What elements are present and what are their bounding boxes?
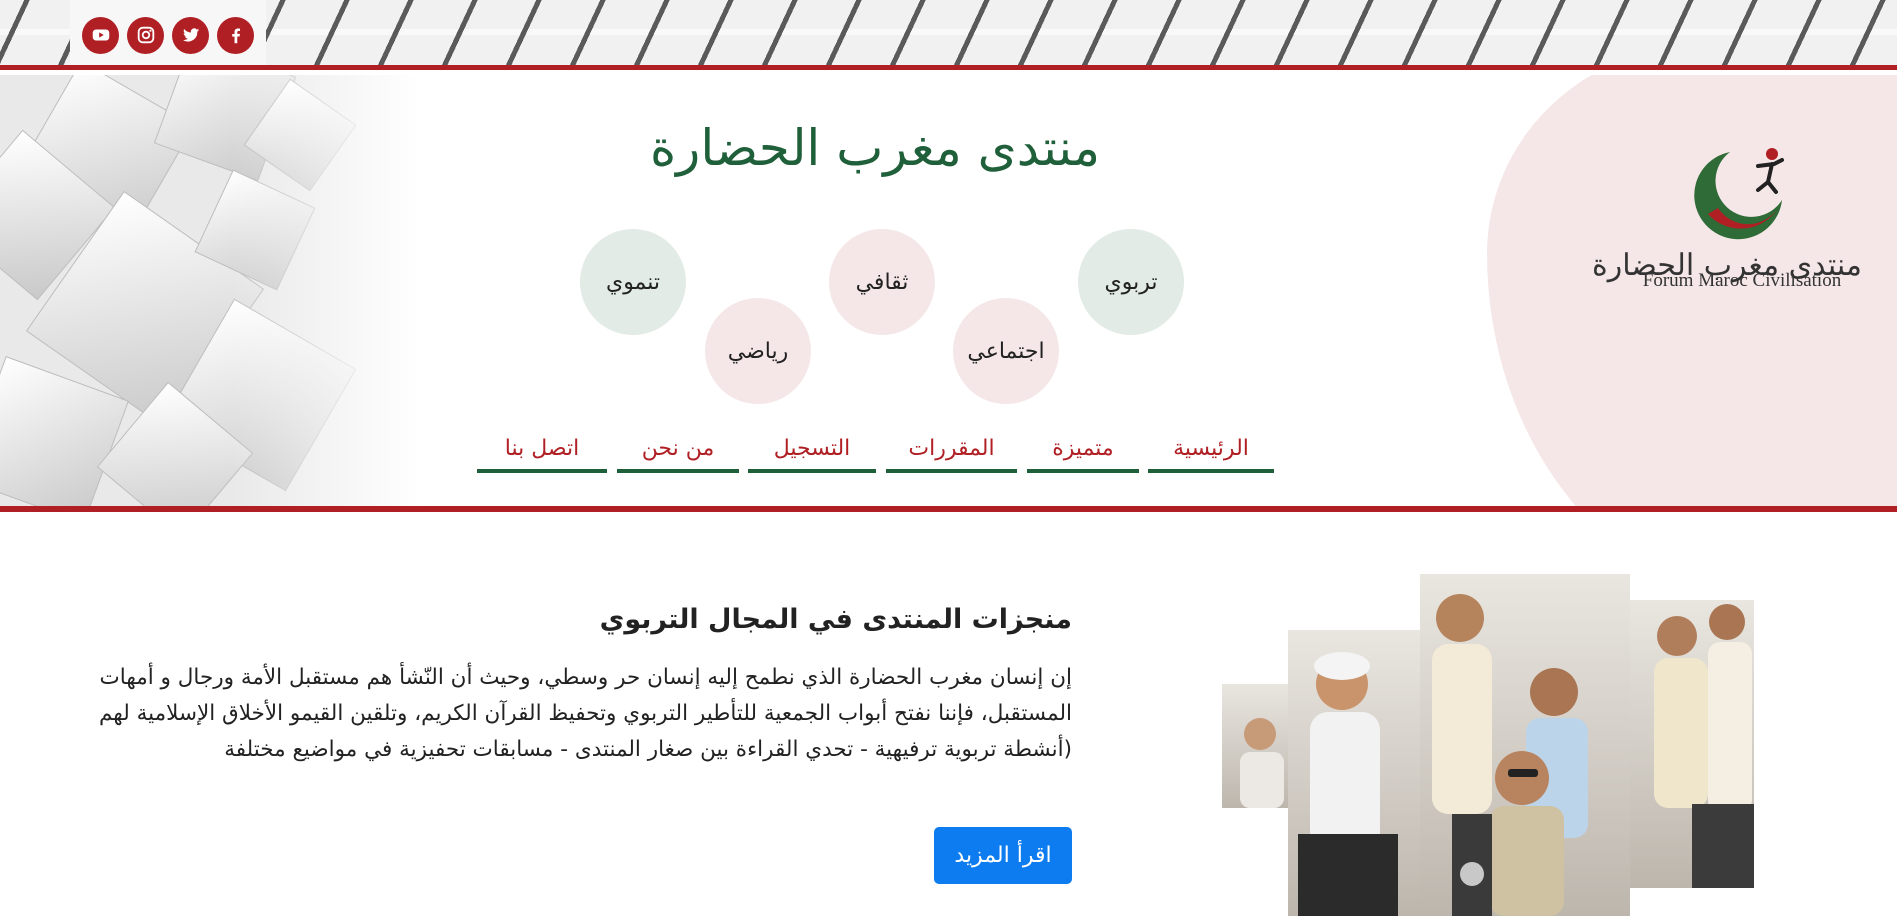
instagram-icon[interactable]	[127, 16, 164, 54]
facebook-icon[interactable]	[217, 16, 254, 54]
social-links	[70, 0, 266, 65]
nav-register[interactable]: التسجيل	[748, 431, 876, 473]
decorative-cubes	[0, 75, 420, 506]
nav-featured[interactable]: متميزة	[1027, 431, 1139, 473]
logo-crescent-icon	[1694, 148, 1784, 240]
nav-about[interactable]: من نحن	[617, 431, 739, 473]
students-photo-collage	[1222, 574, 1754, 916]
site-header: منتدى مغرب الحضارة Forum Maroc Civilisat…	[0, 75, 1897, 512]
logo-english-text: Forum Maroc Civilisation	[1642, 270, 1842, 291]
section-title: منجزات المنتدى في المجال التربوي	[599, 604, 1072, 635]
section-body: إن إنسان مغرب الحضارة الذي نطمح إليه إنس…	[98, 665, 1072, 762]
category-ijtimai[interactable]: اجتماعي	[953, 298, 1059, 404]
nav-home[interactable]: الرئيسية	[1148, 431, 1274, 473]
top-pattern-bar	[0, 0, 1897, 70]
nav-contact[interactable]: اتصل بنا	[477, 431, 607, 473]
category-tarbawi[interactable]: تربوي	[1078, 229, 1184, 335]
category-tanmawi[interactable]: تنموي	[580, 229, 686, 335]
twitter-icon[interactable]	[172, 16, 209, 54]
read-more-button[interactable]: اقرأ المزيد	[934, 827, 1072, 884]
site-title: منتدى مغرب الحضارة	[649, 119, 1101, 177]
nav-courses[interactable]: المقررات	[886, 431, 1017, 473]
category-riyadi[interactable]: رياضي	[705, 298, 811, 404]
site-logo[interactable]: منتدى مغرب الحضارة Forum Maroc Civilisat…	[1592, 130, 1862, 291]
category-thaqafi[interactable]: ثقافي	[829, 229, 935, 335]
youtube-icon[interactable]	[82, 16, 119, 54]
